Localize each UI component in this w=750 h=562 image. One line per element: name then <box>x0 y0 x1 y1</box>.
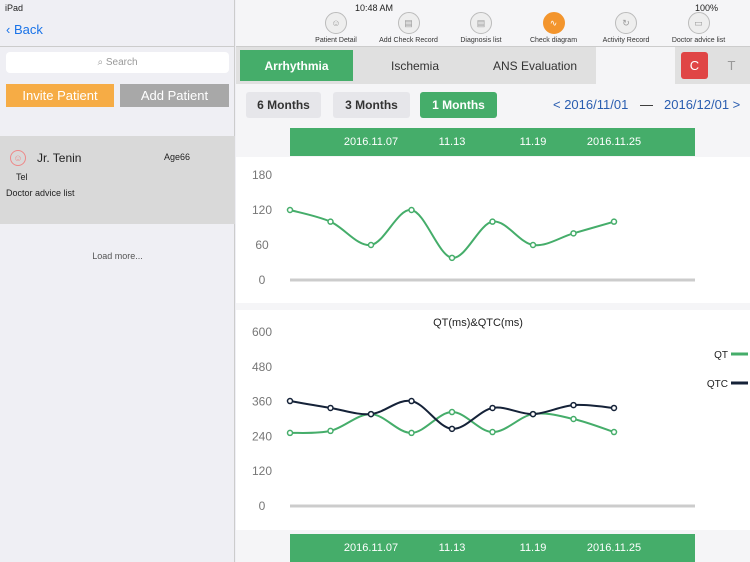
status-time: 10:48 AM <box>355 3 394 13</box>
date-label: 2016.11.25 <box>586 542 642 554</box>
data-point <box>610 428 618 436</box>
data-point <box>570 415 577 423</box>
device-label: iPad <box>5 3 24 13</box>
data-point <box>529 241 537 249</box>
data-point <box>610 404 618 412</box>
y-tick-label: 0 <box>259 499 266 513</box>
date-band-bottom: 2016.11.07 11.13 11.19 2016.11.25 <box>290 534 695 562</box>
data-point <box>367 241 375 249</box>
series-line-value <box>289 209 615 259</box>
y-tick-label: 480 <box>252 360 272 374</box>
data-point <box>570 230 577 237</box>
data-point <box>408 429 415 437</box>
data-point <box>448 254 456 262</box>
y-tick-label: 180 <box>252 168 272 182</box>
date-label: 11.13 <box>438 542 466 554</box>
data-point <box>570 401 577 409</box>
data-point <box>529 410 537 418</box>
data-point <box>489 218 496 225</box>
data-point <box>327 218 334 225</box>
data-point <box>408 206 415 214</box>
y-tick-label: 120 <box>252 203 272 217</box>
y-tick-label: 360 <box>252 395 272 409</box>
y-tick-label: 240 <box>252 429 272 443</box>
data-point <box>448 408 456 416</box>
legend-label: QTC <box>707 379 728 390</box>
y-tick-label: 600 <box>252 325 272 339</box>
y-tick-label: 120 <box>252 464 272 478</box>
data-point <box>327 404 334 412</box>
data-point <box>489 404 496 412</box>
data-point <box>408 397 415 405</box>
data-point <box>286 397 294 405</box>
data-point <box>610 218 618 225</box>
battery-level: 100% <box>695 3 719 13</box>
legend-label: QT <box>714 350 728 361</box>
data-point <box>286 429 294 437</box>
date-label: 2016.11.07 <box>343 542 399 554</box>
y-tick-label: 60 <box>255 238 269 252</box>
data-point <box>367 410 375 418</box>
data-point <box>448 425 456 433</box>
date-label: 11.19 <box>519 542 547 554</box>
y-tick-label: 0 <box>259 273 266 287</box>
data-point <box>327 427 334 435</box>
data-point <box>286 206 294 214</box>
charts-svg: 0 60 120 180 0 120 240 360 480 600 QT(ms)&QTC(ms) Q… <box>252 168 748 513</box>
data-point <box>489 428 496 436</box>
chart-title: QT(ms)&QTC(ms) <box>433 317 523 329</box>
